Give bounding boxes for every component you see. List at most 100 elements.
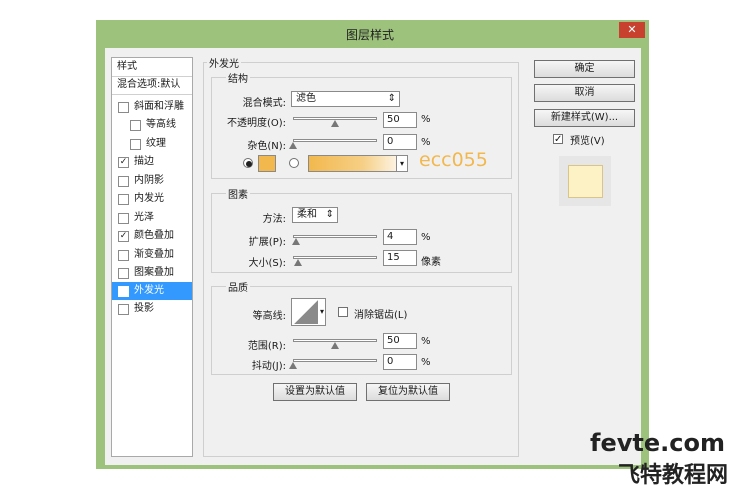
jitter-slider-track[interactable] (293, 359, 377, 362)
style-item-checkbox[interactable] (118, 304, 129, 315)
range-input[interactable]: 50 (383, 333, 417, 349)
style-item-checkbox[interactable]: ✓ (118, 157, 129, 168)
style-item[interactable]: 纹理 (112, 135, 192, 153)
size-label: 大小(S): (248, 258, 286, 269)
preview-frame (559, 156, 611, 206)
style-item[interactable]: 斜面和浮雕 (112, 98, 192, 116)
style-item[interactable]: 投影 (112, 300, 192, 318)
style-item-checkbox[interactable] (130, 120, 141, 131)
spread-label: 扩展(P): (248, 237, 286, 248)
ok-button[interactable]: 确定 (534, 60, 635, 78)
spread-slider-track[interactable] (293, 235, 377, 238)
noise-percent: % (421, 137, 431, 148)
style-item-label: 内发光 (134, 193, 164, 204)
jitter-input[interactable]: 0 (383, 354, 417, 370)
noise-input[interactable]: 0 (383, 134, 417, 150)
antialias-checkbox[interactable] (338, 307, 348, 317)
range-percent: % (421, 336, 431, 347)
quality-title: 品质 (226, 279, 250, 294)
jitter-percent: % (421, 357, 431, 368)
style-item-label: 图案叠加 (134, 267, 174, 278)
size-pixels-unit: 像素 (421, 257, 441, 268)
glow-color-swatch[interactable] (258, 155, 276, 172)
antialias-label: 消除锯齿(L) (354, 310, 408, 321)
opacity-label: 不透明度(O): (226, 118, 286, 129)
color-code-annotation: ecc055 (419, 149, 488, 171)
style-item-label: 渐变叠加 (134, 249, 174, 260)
select-arrows-icon: ⇕ (325, 209, 334, 220)
linear-contour-icon (294, 300, 318, 324)
range-label: 范围(R): (247, 341, 286, 352)
styles-header[interactable]: 样式 (112, 58, 192, 77)
noise-slider-thumb[interactable] (289, 142, 297, 149)
style-item[interactable]: ✓ 颜色叠加 (112, 227, 192, 245)
jitter-label: 抖动(J): (251, 361, 286, 372)
preview-label: 预览(V) (570, 136, 605, 147)
size-slider-thumb[interactable] (294, 259, 303, 266)
blend-mode-select[interactable]: 滤色 ⇕ (291, 91, 400, 107)
contour-picker[interactable]: ▾ (291, 298, 326, 326)
new-style-button[interactable]: 新建样式(W)... (534, 109, 635, 127)
technique-label: 方法: (262, 214, 286, 225)
style-item-checkbox[interactable] (118, 268, 129, 279)
size-input[interactable]: 15 (383, 250, 417, 266)
style-item-checkbox[interactable] (118, 213, 129, 224)
close-button[interactable]: ✕ (619, 22, 645, 38)
watermark-url: fevte.com (590, 429, 725, 457)
spread-input[interactable]: 4 (383, 229, 417, 245)
opacity-percent: % (421, 114, 431, 125)
style-item[interactable]: 图案叠加 (112, 264, 192, 282)
spread-slider-thumb[interactable] (292, 238, 301, 245)
opacity-slider-thumb[interactable] (331, 120, 339, 127)
noise-slider-track[interactable] (293, 139, 377, 142)
technique-value: 柔和 (297, 209, 317, 220)
style-item[interactable]: 渐变叠加 (112, 246, 192, 264)
style-item-checkbox[interactable] (130, 139, 141, 150)
jitter-slider-thumb[interactable] (289, 362, 297, 369)
chevron-down-icon[interactable]: ▾ (320, 307, 324, 316)
chevron-down-icon[interactable]: ▾ (396, 156, 407, 171)
blend-mode-label: 混合模式: (242, 98, 286, 109)
technique-select[interactable]: 柔和 ⇕ (292, 207, 338, 223)
style-item[interactable]: 内阴影 (112, 172, 192, 190)
outer-glow-title: 外发光 (207, 55, 241, 70)
style-item-checkbox[interactable] (118, 102, 129, 113)
style-item[interactable]: ✓ 外发光 (112, 282, 192, 300)
cancel-button[interactable]: 取消 (534, 84, 635, 102)
style-item-label: 光泽 (134, 212, 154, 223)
blend-mode-value: 滤色 (296, 93, 316, 104)
style-item[interactable]: ✓ 描边 (112, 153, 192, 171)
preview-swatch (568, 165, 603, 198)
style-item-checkbox[interactable]: ✓ (118, 286, 129, 297)
style-item-label: 斜面和浮雕 (134, 101, 184, 112)
style-item[interactable]: 光泽 (112, 209, 192, 227)
style-item[interactable]: 内发光 (112, 190, 192, 208)
style-item-label: 纹理 (146, 138, 166, 149)
structure-title: 结构 (226, 70, 250, 85)
select-arrows-icon: ⇕ (387, 93, 396, 104)
style-item-checkbox[interactable] (118, 176, 129, 187)
contour-label: 等高线: (252, 311, 286, 322)
solid-color-radio[interactable] (243, 158, 253, 168)
gradient-radio[interactable] (289, 158, 299, 168)
style-item-label: 外发光 (134, 285, 164, 296)
style-item-checkbox[interactable]: ✓ (118, 231, 129, 242)
spread-percent: % (421, 232, 431, 243)
style-item-label: 描边 (134, 156, 154, 167)
opacity-input[interactable]: 50 (383, 112, 417, 128)
radio-dot (246, 161, 252, 167)
elements-title: 图素 (226, 186, 250, 201)
style-item[interactable]: 等高线 (112, 116, 192, 134)
style-item[interactable]: 混合选项:默认 (112, 76, 192, 95)
preview-checkbox[interactable]: ✓ (553, 134, 563, 145)
window-title: 图层样式 (345, 28, 394, 42)
style-item-checkbox[interactable] (118, 194, 129, 205)
range-slider-thumb[interactable] (331, 342, 339, 349)
make-default-button[interactable]: 设置为默认值 (273, 383, 357, 401)
style-item-checkbox[interactable] (118, 250, 129, 261)
glow-gradient-picker[interactable]: ▾ (308, 155, 408, 172)
styles-header-label: 样式 (117, 61, 137, 72)
reset-default-button[interactable]: 复位为默认值 (366, 383, 450, 401)
size-slider-track[interactable] (293, 256, 377, 259)
styles-list: 样式 混合选项:默认斜面和浮雕等高线纹理 ✓ 描边内阴影内发光光泽 ✓ 颜色叠加渐变叠加… (111, 57, 193, 457)
